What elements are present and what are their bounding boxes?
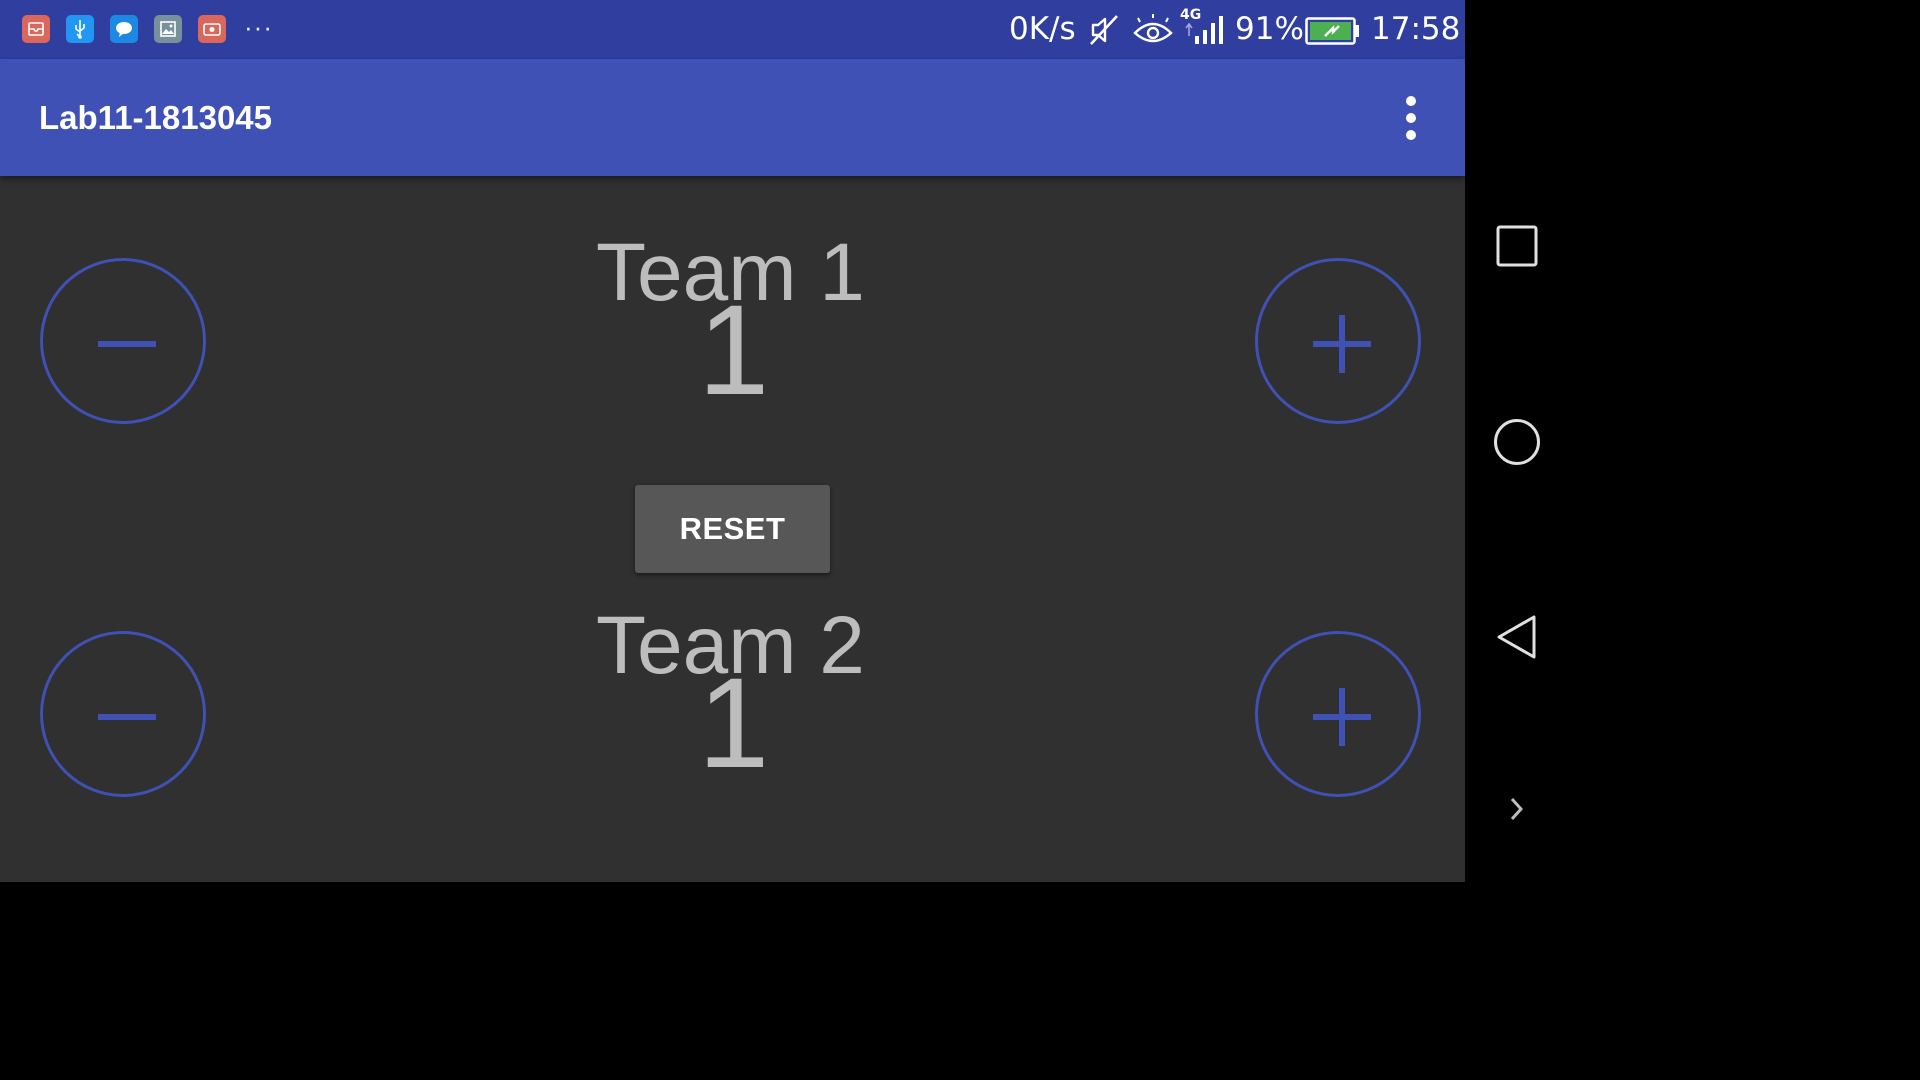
minus-icon <box>98 341 156 347</box>
team2-decrement-button[interactable] <box>40 631 206 797</box>
team2-increment-button[interactable] <box>1255 631 1421 797</box>
app-title: Lab11-1813045 <box>39 99 273 136</box>
battery-charging-icon <box>1305 17 1359 45</box>
screen-recorder-icon <box>198 15 226 43</box>
app-bar: Lab11-1813045 <box>0 59 1465 176</box>
clock: 17:58 <box>1371 11 1461 47</box>
recents-icon[interactable] <box>1495 224 1539 268</box>
team1-increment-button[interactable] <box>1255 258 1421 424</box>
plus-icon <box>1339 688 1345 746</box>
home-icon[interactable] <box>1492 417 1542 467</box>
network-speed: 0K/s <box>1009 11 1076 47</box>
expand-icon[interactable] <box>1507 795 1527 823</box>
team1-decrement-button[interactable] <box>40 258 206 424</box>
app-screen: ··· 0K/s 4G 91% 17:58 Lab11-1813045 Team… <box>0 0 1465 882</box>
back-icon[interactable] <box>1494 613 1540 661</box>
mute-icon <box>1090 15 1118 45</box>
reset-button[interactable]: RESET <box>635 485 830 573</box>
team1-score: 1 <box>698 279 770 422</box>
more-vert-icon[interactable] <box>1396 96 1426 140</box>
status-bar: ··· 0K/s 4G 91% 17:58 <box>0 0 1465 59</box>
navigation-bar <box>1465 0 1568 882</box>
eye-comfort-icon <box>1133 14 1173 43</box>
chat-icon <box>110 15 138 43</box>
plus-icon <box>1339 315 1345 373</box>
gallery-icon <box>154 15 182 43</box>
usb-icon <box>66 15 94 43</box>
more-notifications-indicator: ··· <box>244 12 273 42</box>
mail-icon <box>22 15 50 43</box>
minus-icon <box>98 714 156 720</box>
battery-percent: 91% <box>1235 11 1304 47</box>
signal-icon <box>1185 16 1223 44</box>
team2-score: 1 <box>698 652 770 795</box>
